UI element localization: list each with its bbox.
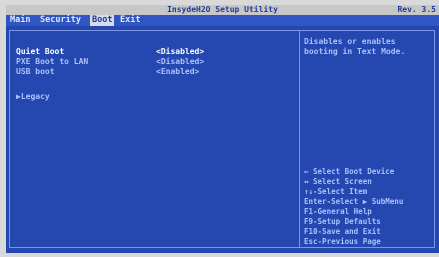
key-help-line: F9-Setup Defaults [304,217,381,226]
key-help-line: Enter-Select ▶ SubMenu [304,197,404,206]
tab-main[interactable]: Main [8,15,32,26]
panel-divider [299,30,300,248]
setting-label: Quiet Boot [16,47,65,56]
help-line: booting in Text Mode. [304,47,406,56]
submenu-legacy[interactable]: ▶Legacy [16,92,50,102]
setting-value[interactable]: <Enabled> [156,67,199,77]
key-help-line: ↔ Select Screen [304,177,372,186]
key-help-line: ↑↓-Select Item [304,187,368,196]
setting-label: USB boot [16,67,55,76]
key-help-line: Esc-Previous Page [304,237,381,246]
setting-pxe-boot-to-lan[interactable]: PXE Boot to LAN <Disabled> [16,57,296,67]
title-bar: InsydeH2O Setup Utility Rev. 3.5 [6,5,439,15]
tab-boot[interactable]: Boot [90,15,115,26]
tab-security[interactable]: Security [38,15,83,26]
menu-bar: Main Security Boot Exit [6,15,439,26]
version-label: Rev. 3.5 [397,5,436,14]
utility-title: InsydeH2O Setup Utility [167,5,278,14]
key-help-line: F10-Save and Exit [304,227,381,236]
setting-label: PXE Boot to LAN [16,57,89,66]
item-help-panel: Disables or enables booting in Text Mode… [304,37,434,57]
setting-value[interactable]: <Disabled> [156,57,204,67]
tab-exit[interactable]: Exit [118,15,142,26]
setting-value[interactable]: <Disabled> [156,47,204,57]
setting-usb-boot[interactable]: USB boot <Enabled> [16,67,296,77]
key-legend: ← Select Boot Device ↔ Select Screen ↑↓-… [304,167,439,247]
key-help-line: ← Select Boot Device [304,167,395,176]
help-line: Disables or enables [304,37,396,46]
key-help-line: F1-General Help [304,207,372,216]
setting-quiet-boot[interactable]: Quiet Boot <Disabled> [16,47,296,57]
bios-screen: InsydeH2O Setup Utility Rev. 3.5 Main Se… [6,5,439,253]
